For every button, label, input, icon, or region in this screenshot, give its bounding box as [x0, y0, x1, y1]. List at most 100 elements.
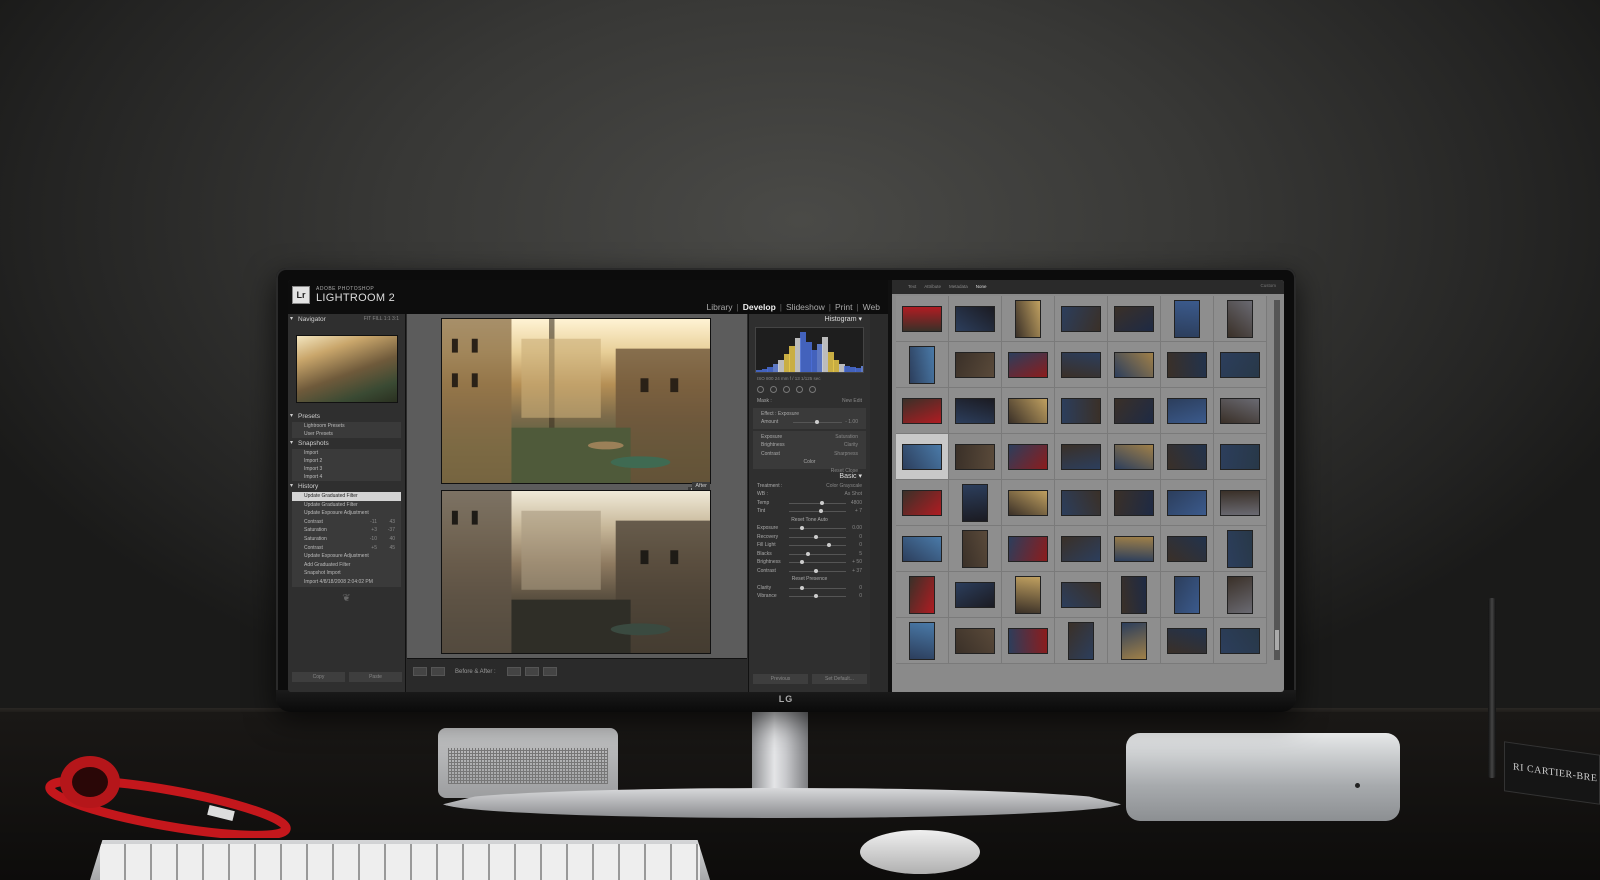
history-item[interactable]: Saturation +3 -37	[292, 526, 401, 535]
red-eye-icon[interactable]	[783, 386, 790, 393]
thumbnail-cell[interactable]	[1002, 342, 1055, 388]
mask-new-button[interactable]: New	[842, 398, 852, 404]
grid-scrollbar[interactable]	[1274, 300, 1280, 660]
thumbnail-cell[interactable]	[1161, 342, 1214, 388]
filter-tab[interactable]: Text	[908, 284, 916, 289]
thumbnail-cell[interactable]	[896, 572, 949, 618]
copy-after-button[interactable]	[525, 667, 539, 676]
preset-folder[interactable]: User Presets	[292, 430, 401, 438]
adjust-row[interactable]: Exposure Saturation	[753, 433, 866, 442]
brightness-contrast-slider[interactable]: Brightness + 50	[749, 558, 870, 567]
navigator-header[interactable]: NavigatorFIT FILL 1:1 3:1	[288, 314, 405, 325]
thumbnail-cell[interactable]	[1002, 618, 1055, 664]
tone-slider[interactable]: Recovery 0	[749, 533, 870, 542]
thumbnail-cell[interactable]	[1161, 296, 1214, 342]
module-library[interactable]: Library	[707, 302, 733, 312]
treatment-grayscale[interactable]: Grayscale	[839, 483, 862, 489]
thumbnail-cell[interactable]	[896, 618, 949, 664]
histogram-header[interactable]: Histogram ▾	[749, 314, 870, 325]
history-item[interactable]: Add Graduated Filter	[292, 561, 401, 570]
navigator-preview[interactable]	[296, 335, 398, 403]
after-photo[interactable]: After	[441, 482, 711, 654]
thumbnail-cell[interactable]	[896, 480, 949, 526]
history-header[interactable]: History	[288, 481, 405, 492]
effect-row[interactable]: Effect : Exposure	[753, 410, 866, 419]
thumbnail-cell[interactable]	[1161, 618, 1214, 664]
amount-row[interactable]: Amount - 1.00	[753, 418, 866, 427]
filter-tab[interactable]: Attribute	[924, 284, 941, 289]
thumbnail-cell[interactable]	[1108, 480, 1161, 526]
thumbnail-cell[interactable]	[1161, 480, 1214, 526]
thumbnail-cell[interactable]	[1214, 296, 1267, 342]
thumbnail-cell[interactable]	[1214, 342, 1267, 388]
graduated-filter-icon[interactable]	[796, 386, 803, 393]
auto-tone-button[interactable]: Auto	[818, 517, 828, 523]
thumbnail-cell[interactable]	[896, 434, 949, 480]
thumbnail-cell[interactable]	[1108, 526, 1161, 572]
presets-header[interactable]: Presets	[288, 411, 405, 422]
history-item[interactable]: Import 4/8/18/2008 2:04:02 PM	[292, 578, 401, 587]
snapshot-item[interactable]: Import 2	[292, 457, 401, 465]
thumbnail-cell[interactable]	[1108, 618, 1161, 664]
thumbnail-cell[interactable]	[896, 388, 949, 434]
thumbnail-cell[interactable]	[1214, 526, 1267, 572]
presence-slider[interactable]: Vibrance 0	[749, 592, 870, 601]
thumbnail-cell[interactable]	[1161, 526, 1214, 572]
adjust-row[interactable]: Contrast Sharpness	[753, 450, 866, 459]
module-develop[interactable]: Develop	[743, 302, 776, 312]
snapshot-item[interactable]: Import	[292, 449, 401, 457]
thumbnail-cell[interactable]	[1055, 342, 1108, 388]
thumbnail-cell[interactable]	[1214, 618, 1267, 664]
set-default-button[interactable]: Set Default...	[812, 674, 867, 684]
module-print[interactable]: Print	[835, 302, 852, 312]
history-item[interactable]: Snapshot Import	[292, 569, 401, 578]
temp-slider[interactable]: Temp 4800	[749, 499, 870, 508]
thumbnail-cell[interactable]	[1055, 296, 1108, 342]
thumbnail-cell[interactable]	[896, 296, 949, 342]
snapshot-item[interactable]: Import 3	[292, 465, 401, 473]
swap-button[interactable]	[543, 667, 557, 676]
history-item[interactable]: Contrast +5 45	[292, 544, 401, 553]
thumbnail-cell[interactable]	[1108, 434, 1161, 480]
wb-row[interactable]: WB : As Shot	[749, 490, 870, 499]
snapshots-header[interactable]: Snapshots	[288, 438, 405, 449]
tint-slider[interactable]: Tint + 7	[749, 507, 870, 516]
thumbnail-cell[interactable]	[1055, 526, 1108, 572]
thumbnail-cell[interactable]	[1055, 434, 1108, 480]
mask-edit-button[interactable]: Edit	[853, 398, 862, 404]
reset-button[interactable]: Reset	[831, 468, 844, 474]
filter-tab[interactable]: None	[976, 284, 987, 289]
thumbnail-cell[interactable]	[949, 618, 1002, 664]
history-item[interactable]: Update Graduated Filter	[292, 501, 401, 510]
history-item[interactable]: Contrast -11 43	[292, 518, 401, 527]
thumbnail-cell[interactable]	[1161, 434, 1214, 480]
thumbnail-cell[interactable]	[1108, 296, 1161, 342]
thumbnail-cell[interactable]	[1055, 480, 1108, 526]
thumbnail-cell[interactable]	[949, 480, 1002, 526]
treatment-color[interactable]: Color	[826, 483, 838, 489]
thumbnail-cell[interactable]	[1002, 388, 1055, 434]
thumbnail-cell[interactable]	[1214, 434, 1267, 480]
thumbnail-cell[interactable]	[949, 342, 1002, 388]
close-button[interactable]: Close	[845, 468, 858, 474]
module-web[interactable]: Web	[863, 302, 880, 312]
snapshot-item[interactable]: Import 4	[292, 473, 401, 481]
thumbnail-cell[interactable]	[1002, 572, 1055, 618]
thumbnail-cell[interactable]	[896, 342, 949, 388]
thumbnail-cell[interactable]	[1055, 618, 1108, 664]
history-item[interactable]: Saturation -10 40	[292, 535, 401, 544]
preset-folder[interactable]: Lightroom Presets	[292, 422, 401, 430]
thumbnail-cell[interactable]	[1055, 388, 1108, 434]
tone-slider[interactable]: Fill Light 0	[749, 541, 870, 550]
before-photo[interactable]: Before	[441, 318, 711, 495]
spot-removal-icon[interactable]	[770, 386, 777, 393]
thumbnail-cell[interactable]	[949, 572, 1002, 618]
thumbnail-cell[interactable]	[949, 526, 1002, 572]
tone-slider[interactable]: Exposure 0.00	[749, 524, 870, 533]
thumbnail-cell[interactable]	[1002, 296, 1055, 342]
scrollbar-thumb[interactable]	[1275, 630, 1279, 650]
compare-view-button[interactable]	[431, 667, 445, 676]
thumbnail-cell[interactable]	[1214, 572, 1267, 618]
thumbnail-cell[interactable]	[1108, 342, 1161, 388]
history-item[interactable]: Update Exposure Adjustment	[292, 509, 401, 518]
